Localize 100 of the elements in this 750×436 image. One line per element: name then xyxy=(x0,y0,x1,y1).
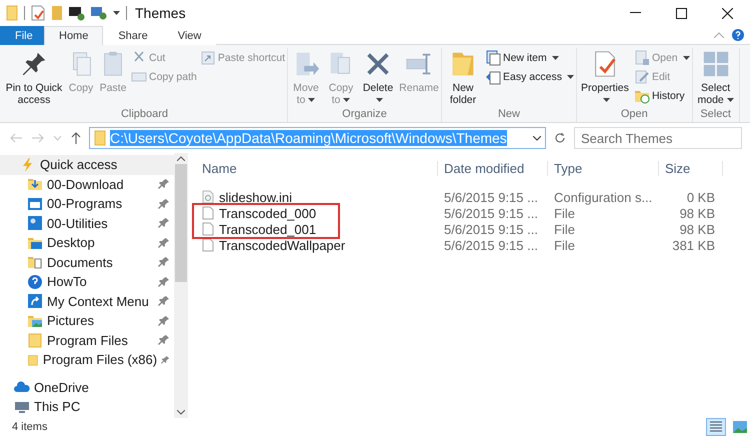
properties-icon xyxy=(31,5,45,21)
type-cell-text: Configuration s... xyxy=(553,190,654,204)
date-cell-text: 5/6/2015 9:15 ... xyxy=(443,206,539,220)
file-row[interactable]: slideshow.ini 5/6/2015 9:15 ... Configuration s... 0 KB xyxy=(196,189,750,205)
chevron-icon xyxy=(54,136,61,140)
ribbon-button[interactable]: History xyxy=(632,87,691,105)
folder-icon xyxy=(51,5,63,21)
pin-icon xyxy=(158,276,170,288)
picture-icon xyxy=(733,421,747,433)
nav-item[interactable]: 00-Utilities xyxy=(0,214,174,233)
file-name: TranscodedWallpaper xyxy=(219,238,346,252)
file-row[interactable]: Transcoded_001 5/6/2015 9:15 ... File 98 KB xyxy=(196,221,750,237)
pin-icon xyxy=(158,314,170,327)
ribbon-button[interactable]: New folder xyxy=(443,48,483,107)
pin-icon xyxy=(158,198,170,210)
nav-item[interactable]: Program Files xyxy=(0,330,174,350)
search-field[interactable]: Search Themes xyxy=(574,127,742,149)
type-cell-text: File xyxy=(553,206,576,220)
details-view-button[interactable] xyxy=(706,418,726,436)
collapse-icon xyxy=(714,32,724,38)
chevron-icon xyxy=(177,410,185,415)
folder-icon xyxy=(6,5,18,21)
ribbon-tab[interactable]: Home xyxy=(44,26,104,45)
size-cell-text: 381 KB xyxy=(671,238,716,252)
pin-icon xyxy=(158,236,170,249)
file-row[interactable]: TranscodedWallpaper 5/6/2015 9:15 ... File 381 KB xyxy=(196,237,750,253)
column-header[interactable]: Name xyxy=(196,160,438,176)
folder-icon xyxy=(27,332,43,348)
window-title: Themes xyxy=(135,5,186,21)
file-name: slideshow.ini xyxy=(219,190,292,204)
ribbon-button[interactable]: Easy access xyxy=(484,68,575,86)
terminal-icon xyxy=(69,5,85,21)
nav-item[interactable]: 00-Programs xyxy=(0,194,174,214)
group-label: New xyxy=(496,108,521,122)
size-cell-text: 98 KB xyxy=(678,206,716,220)
scrollbar[interactable] xyxy=(174,153,188,418)
pin-icon xyxy=(158,256,170,268)
nav-item[interactable]: Program Files (x86) xyxy=(0,350,174,370)
maximize-icon xyxy=(676,8,686,18)
nav-item[interactable]: Pictures xyxy=(0,311,174,330)
file-icon xyxy=(202,222,214,236)
group-label: Clipboard xyxy=(120,108,170,122)
date-cell-text: 5/6/2015 9:15 ... xyxy=(443,238,539,252)
pin-icon xyxy=(158,217,170,230)
nav-item[interactable]: HowTo xyxy=(0,272,174,292)
back-arrow-icon xyxy=(10,133,22,143)
list-icon xyxy=(709,420,723,434)
chevron-icon xyxy=(177,156,185,161)
pin-icon xyxy=(158,295,170,308)
help-icon xyxy=(732,29,744,41)
ribbon-button[interactable]: Select mode xyxy=(694,48,738,107)
ribbon-button[interactable]: Delete xyxy=(359,48,397,107)
large-icons-view-button[interactable] xyxy=(730,418,750,436)
nav-item[interactable]: OneDrive xyxy=(0,378,174,397)
nav-item[interactable]: This PC xyxy=(0,397,174,416)
item-count: 4 items xyxy=(12,421,48,433)
ribbon-tab[interactable]: File xyxy=(0,26,44,45)
refresh-icon xyxy=(554,132,566,144)
nav-item[interactable]: My Context Menu xyxy=(0,292,174,311)
edit-icon xyxy=(634,69,650,85)
ribbon-button[interactable]: Properties xyxy=(578,48,632,107)
minimize-icon xyxy=(630,12,640,14)
caret-icon xyxy=(113,11,120,15)
file-name: Transcoded_001 xyxy=(219,222,316,236)
column-header[interactable]: Size xyxy=(659,160,723,176)
nav-item[interactable]: 00-Download xyxy=(0,174,174,194)
file-icon xyxy=(202,238,214,252)
close-icon xyxy=(722,8,732,18)
forward-arrow-icon xyxy=(32,133,44,143)
nav-item[interactable]: Quick access xyxy=(0,155,174,174)
group-label: Select xyxy=(699,108,732,122)
documents-folder-icon xyxy=(27,254,43,270)
folder-icon xyxy=(94,130,106,146)
history-icon xyxy=(634,88,650,104)
size-cell-text: 98 KB xyxy=(678,222,716,236)
column-header[interactable]: Type xyxy=(548,160,659,176)
file-row[interactable]: Transcoded_000 5/6/2015 9:15 ... File 98 KB xyxy=(196,205,750,221)
up-arrow-icon xyxy=(71,132,81,144)
shortcut-icon xyxy=(27,293,43,310)
file-name: Transcoded_000 xyxy=(219,206,316,220)
size-cell-text: 0 KB xyxy=(686,190,716,204)
date-cell-text: 5/6/2015 9:15 ... xyxy=(443,190,539,204)
settings-file-icon xyxy=(202,190,214,204)
column-header[interactable]: Date modified xyxy=(438,160,548,176)
ribbon-button[interactable]: New item xyxy=(484,49,575,67)
help-icon xyxy=(27,274,43,290)
type-cell-text: File xyxy=(553,238,576,252)
chevron-icon xyxy=(533,136,541,140)
shortcut-icon xyxy=(200,50,216,66)
file-icon xyxy=(202,206,214,220)
group-label: Open xyxy=(620,108,649,122)
nav-item[interactable]: Desktop xyxy=(0,233,174,252)
group-label: Organize xyxy=(341,108,388,122)
window-icon xyxy=(27,196,43,212)
pin-icon xyxy=(158,178,170,190)
download-folder-icon xyxy=(27,176,43,192)
nav-item[interactable]: Documents xyxy=(0,252,174,272)
date-cell-text: 5/6/2015 9:15 ... xyxy=(443,222,539,236)
pin-icon xyxy=(158,334,170,346)
ribbon-button[interactable]: Pin to Quick access xyxy=(3,48,65,107)
